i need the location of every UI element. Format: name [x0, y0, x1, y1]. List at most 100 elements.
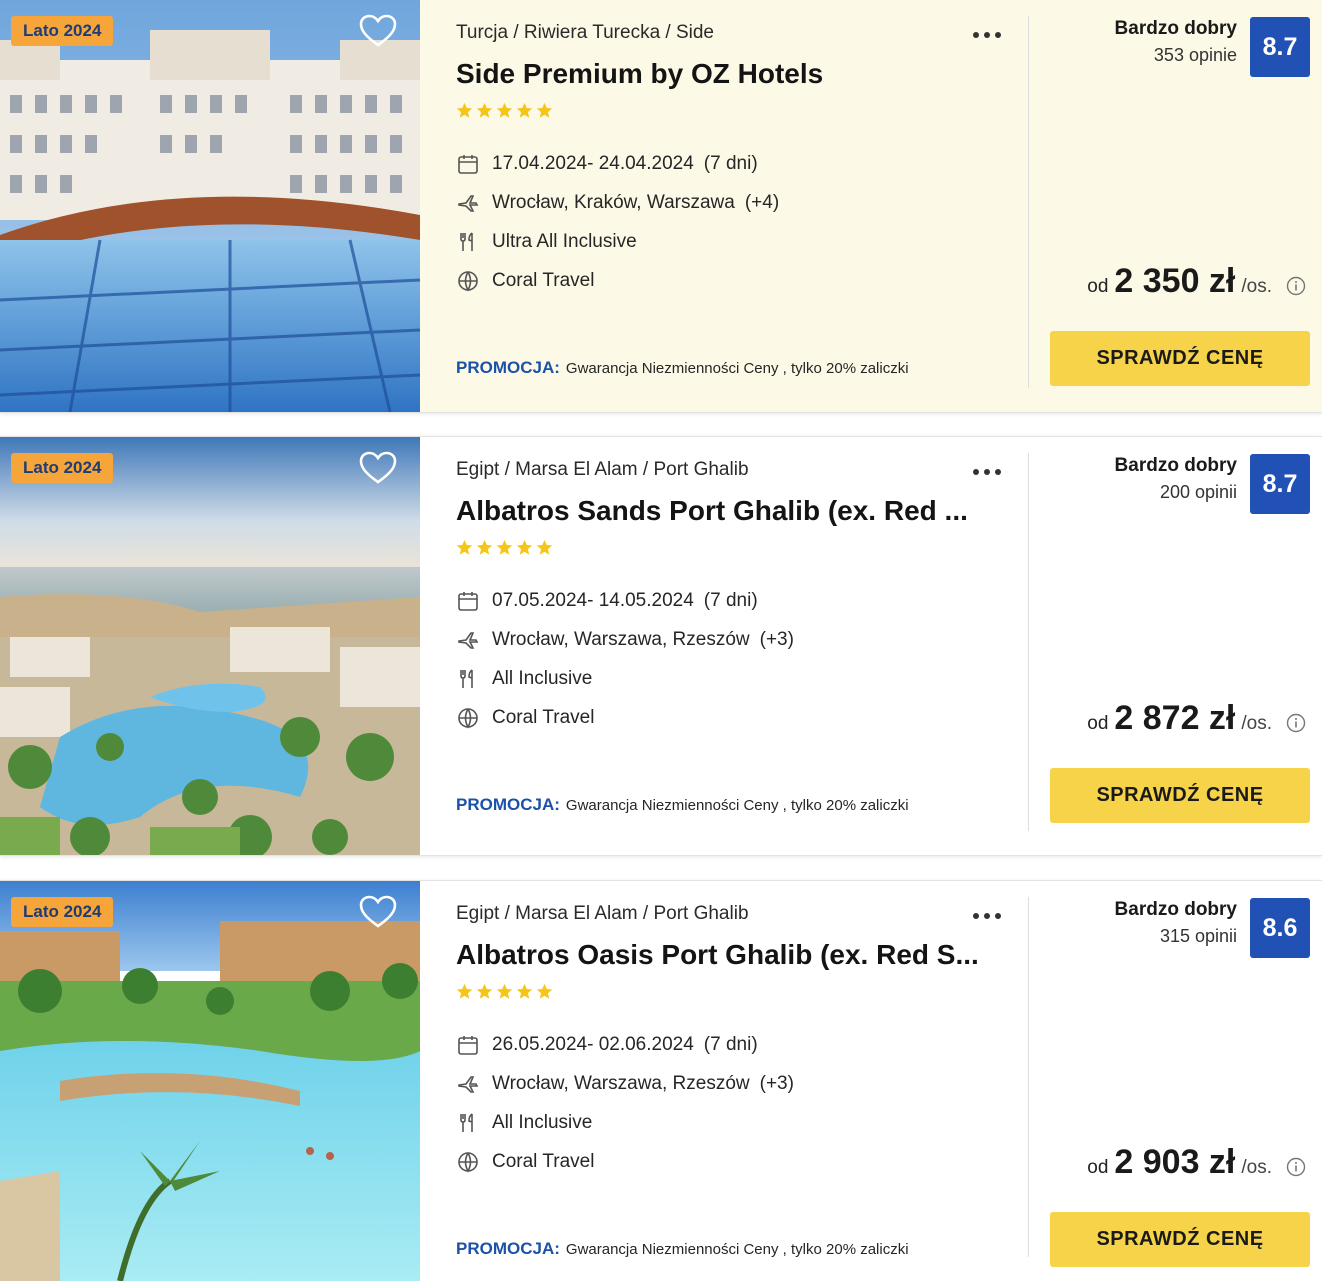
offer-card[interactable]: Lato 2024 Egipt / Marsa El Alam / Port G… — [0, 880, 1322, 1281]
rating-score: 8.6 — [1250, 898, 1310, 958]
board-text: Ultra All Inclusive — [492, 230, 637, 252]
location-breadcrumb[interactable]: Turcja / Riwiera Turecka / Side — [456, 22, 714, 44]
promo-text: Gwarancja Niezmienności Ceny , tylko 20%… — [565, 360, 909, 377]
check-price-button[interactable]: SPRAWDŹ CENĘ — [1050, 331, 1310, 386]
price-value: 2 903 zł — [1114, 1143, 1236, 1181]
location-breadcrumb[interactable]: Egipt / Marsa El Alam / Port Ghalib — [456, 459, 749, 481]
duration-text: (7 dni) — [703, 589, 758, 611]
season-badge: Lato 2024 — [11, 453, 114, 483]
rating-summary: Bardzo dobry 200 opinii — [1115, 455, 1237, 503]
heart-icon[interactable] — [359, 14, 397, 48]
operator-row: Coral Travel — [456, 261, 779, 300]
board-row: All Inclusive — [456, 1103, 794, 1142]
price-suffix: /os. — [1241, 1157, 1272, 1178]
more-dots-icon[interactable] — [972, 911, 1002, 921]
price-panel: Bardzo dobry 200 opinii 8.7 od 2 872 zł/o… — [1029, 437, 1322, 855]
info-icon[interactable] — [1286, 276, 1306, 296]
operator-row: Coral Travel — [456, 698, 794, 737]
star-rating — [456, 102, 553, 119]
star-icon — [496, 539, 513, 555]
price-value: 2 350 zł — [1114, 262, 1236, 300]
star-icon — [516, 983, 533, 999]
price-panel: Bardzo dobry 315 opinii 8.6 od 2 903 zł/o… — [1029, 881, 1322, 1281]
globe-icon — [458, 707, 478, 729]
airports-text: Wrocław, Warszawa, Rzeszów — [492, 1072, 750, 1094]
price: od 2 872 zł/os. — [1087, 699, 1272, 738]
offer-info-list: 26.05.2024- 02.06.2024 (7 dni) Wrocław, … — [456, 1025, 794, 1181]
hotel-photo[interactable]: Lato 2024 — [0, 0, 420, 412]
globe-icon — [458, 270, 478, 292]
rating-word: Bardzo dobry — [1114, 899, 1237, 920]
calendar-icon — [458, 154, 478, 174]
info-icon[interactable] — [1286, 713, 1306, 733]
operator-text: Coral Travel — [492, 269, 595, 291]
heart-icon[interactable] — [359, 895, 397, 929]
promo-text: Gwarancja Niezmienności Ceny , tylko 20%… — [565, 1241, 909, 1258]
rating-word: Bardzo dobry — [1114, 18, 1237, 39]
price-prefix: od — [1087, 1157, 1109, 1178]
airports-more[interactable]: (+3) — [760, 629, 794, 651]
heart-icon[interactable] — [359, 451, 397, 485]
star-icon — [456, 102, 473, 118]
promo-label: PROMOCJA: — [456, 1239, 560, 1258]
promo-label: PROMOCJA: — [456, 358, 560, 377]
hotel-photo-image — [0, 0, 420, 412]
season-badge: Lato 2024 — [11, 897, 114, 927]
board-row: All Inclusive — [456, 659, 794, 698]
airports-text: Wrocław, Kraków, Warszawa — [492, 191, 735, 213]
star-icon — [456, 983, 473, 999]
check-price-button[interactable]: SPRAWDŹ CENĘ — [1050, 1212, 1310, 1267]
hotel-photo[interactable]: Lato 2024 — [0, 437, 420, 855]
offer-details: Egipt / Marsa El Alam / Port Ghalib Alba… — [420, 897, 1029, 1259]
dates-row: 26.05.2024- 02.06.2024 (7 dni) — [456, 1025, 794, 1064]
info-icon[interactable] — [1286, 1157, 1306, 1177]
price: od 2 903 zł/os. — [1087, 1143, 1272, 1182]
hotel-title[interactable]: Side Premium by OZ Hotels — [456, 58, 823, 90]
operator-text: Coral Travel — [492, 1150, 595, 1172]
dates-text: 17.04.2024- 24.04.2024 — [492, 152, 694, 174]
reviews-count[interactable]: 315 opinii — [1115, 926, 1237, 947]
plane-icon — [458, 194, 479, 212]
calendar-icon — [458, 1035, 478, 1055]
board-text: All Inclusive — [492, 1111, 593, 1133]
hotel-photo[interactable]: Lato 2024 — [0, 881, 420, 1281]
operator-text: Coral Travel — [492, 706, 595, 728]
offer-card[interactable]: Lato 2024 Turcja / Riwiera Turecka / Sid… — [0, 0, 1322, 413]
airports-row: Wrocław, Kraków, Warszawa (+4) — [456, 183, 779, 222]
more-dots-icon[interactable] — [972, 30, 1002, 40]
star-icon — [536, 983, 553, 999]
plane-icon — [458, 631, 479, 649]
cutlery-icon — [460, 668, 473, 688]
calendar-icon — [458, 591, 478, 611]
dates-row: 17.04.2024- 24.04.2024 (7 dni) — [456, 144, 779, 183]
star-icon — [496, 983, 513, 999]
hotel-title[interactable]: Albatros Sands Port Ghalib (ex. Red ... — [456, 495, 968, 527]
price-suffix: /os. — [1241, 713, 1272, 734]
star-icon — [456, 539, 473, 555]
price-suffix: /os. — [1241, 276, 1272, 297]
check-price-button[interactable]: SPRAWDŹ CENĘ — [1050, 768, 1310, 823]
hotel-photo-image — [0, 881, 420, 1281]
reviews-count[interactable]: 200 opinii — [1115, 482, 1237, 503]
duration-text: (7 dni) — [703, 1033, 758, 1055]
cutlery-icon — [460, 231, 473, 251]
airports-more[interactable]: (+4) — [745, 192, 779, 214]
price: od 2 350 zł/os. — [1087, 262, 1272, 301]
operator-row: Coral Travel — [456, 1142, 794, 1181]
offer-info-list: 07.05.2024- 14.05.2024 (7 dni) Wrocław, … — [456, 581, 794, 737]
hotel-title[interactable]: Albatros Oasis Port Ghalib (ex. Red S... — [456, 939, 979, 971]
star-icon — [516, 102, 533, 118]
airports-more[interactable]: (+3) — [760, 1073, 794, 1095]
price-panel: Bardzo dobry 353 opinie 8.7 od 2 350 zł/o… — [1029, 0, 1322, 412]
more-dots-icon[interactable] — [972, 467, 1002, 477]
board-row: Ultra All Inclusive — [456, 222, 779, 261]
rating-summary: Bardzo dobry 353 opinie — [1115, 18, 1237, 66]
promo-line: PROMOCJA: Gwarancja Niezmienności Ceny , … — [456, 1239, 909, 1259]
offer-card[interactable]: Lato 2024 Egipt / Marsa El Alam / Port G… — [0, 436, 1322, 856]
season-badge: Lato 2024 — [11, 16, 114, 46]
star-rating — [456, 983, 553, 1000]
star-icon — [496, 102, 513, 118]
location-breadcrumb[interactable]: Egipt / Marsa El Alam / Port Ghalib — [456, 903, 749, 925]
promo-label: PROMOCJA: — [456, 795, 560, 814]
reviews-count[interactable]: 353 opinie — [1115, 45, 1237, 66]
